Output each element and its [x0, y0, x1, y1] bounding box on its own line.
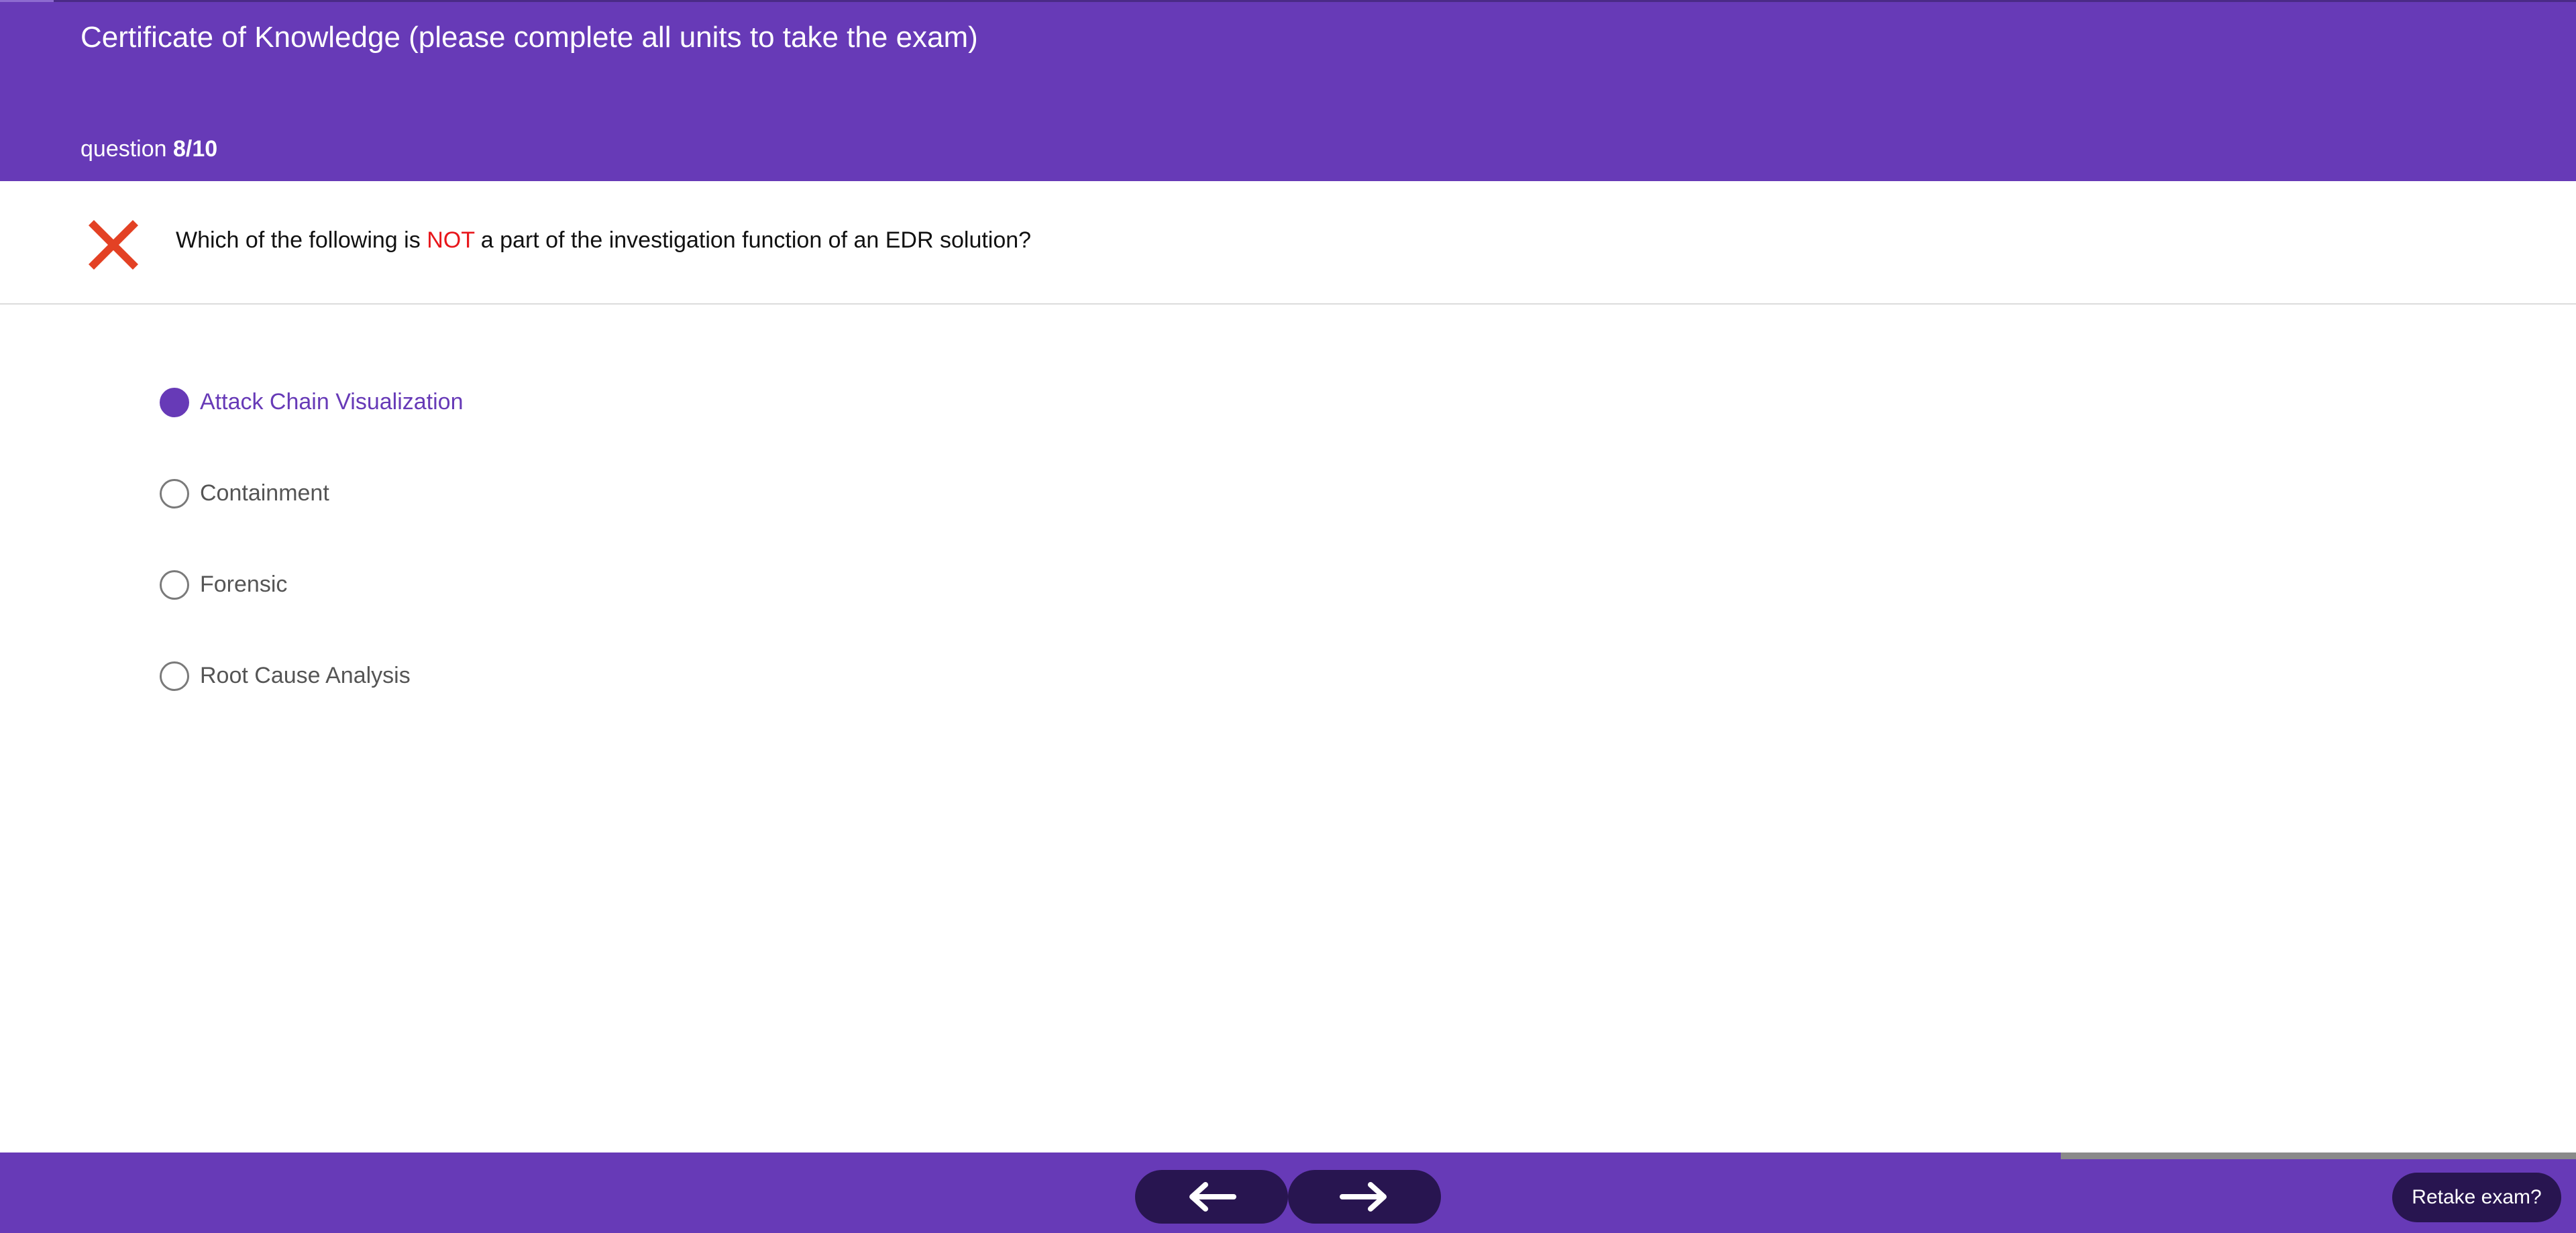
arrow-right-icon	[1340, 1182, 1387, 1212]
radio-button[interactable]	[160, 570, 189, 600]
question-text-emphasis: NOT	[427, 227, 475, 253]
question-progress-prefix: question	[80, 136, 167, 162]
answer-option-label[interactable]: Attack Chain Visualization	[200, 385, 463, 419]
question-text-after: a part of the investigation function of …	[480, 227, 1032, 253]
quiz-page: Certificate of Knowledge (please complet…	[0, 0, 2576, 1233]
radio-button-selected[interactable]	[160, 388, 189, 417]
arrow-left-icon	[1189, 1182, 1236, 1212]
exam-progress-remaining	[2061, 1152, 2576, 1159]
retake-exam-button[interactable]: Retake exam?	[2392, 1173, 2561, 1222]
radio-button[interactable]	[160, 479, 189, 508]
quiz-footer: Retake exam?	[0, 1159, 2576, 1233]
radio-button[interactable]	[160, 661, 189, 691]
header-top-border	[0, 0, 2576, 2]
next-question-button[interactable]	[1288, 1170, 1441, 1224]
question-text-before: Which of the following is	[176, 227, 421, 253]
wrong-answer-x-icon	[89, 220, 138, 270]
previous-question-button[interactable]	[1135, 1170, 1288, 1224]
answer-option-label[interactable]: Containment	[200, 476, 329, 510]
question-progress: question 8/10	[80, 134, 217, 164]
answer-option-label[interactable]: Root Cause Analysis	[200, 659, 411, 692]
question-progress-value: 8/10	[173, 136, 218, 162]
question-bar: Which of the following is NOT a part of …	[0, 181, 2576, 305]
answer-option-label[interactable]: Forensic	[200, 568, 287, 601]
quiz-header: Certificate of Knowledge (please complet…	[0, 0, 2576, 181]
header-top-accent	[0, 0, 54, 2]
question-text: Which of the following is NOT a part of …	[176, 224, 1031, 256]
course-title: Certificate of Knowledge (please complet…	[80, 21, 978, 54]
